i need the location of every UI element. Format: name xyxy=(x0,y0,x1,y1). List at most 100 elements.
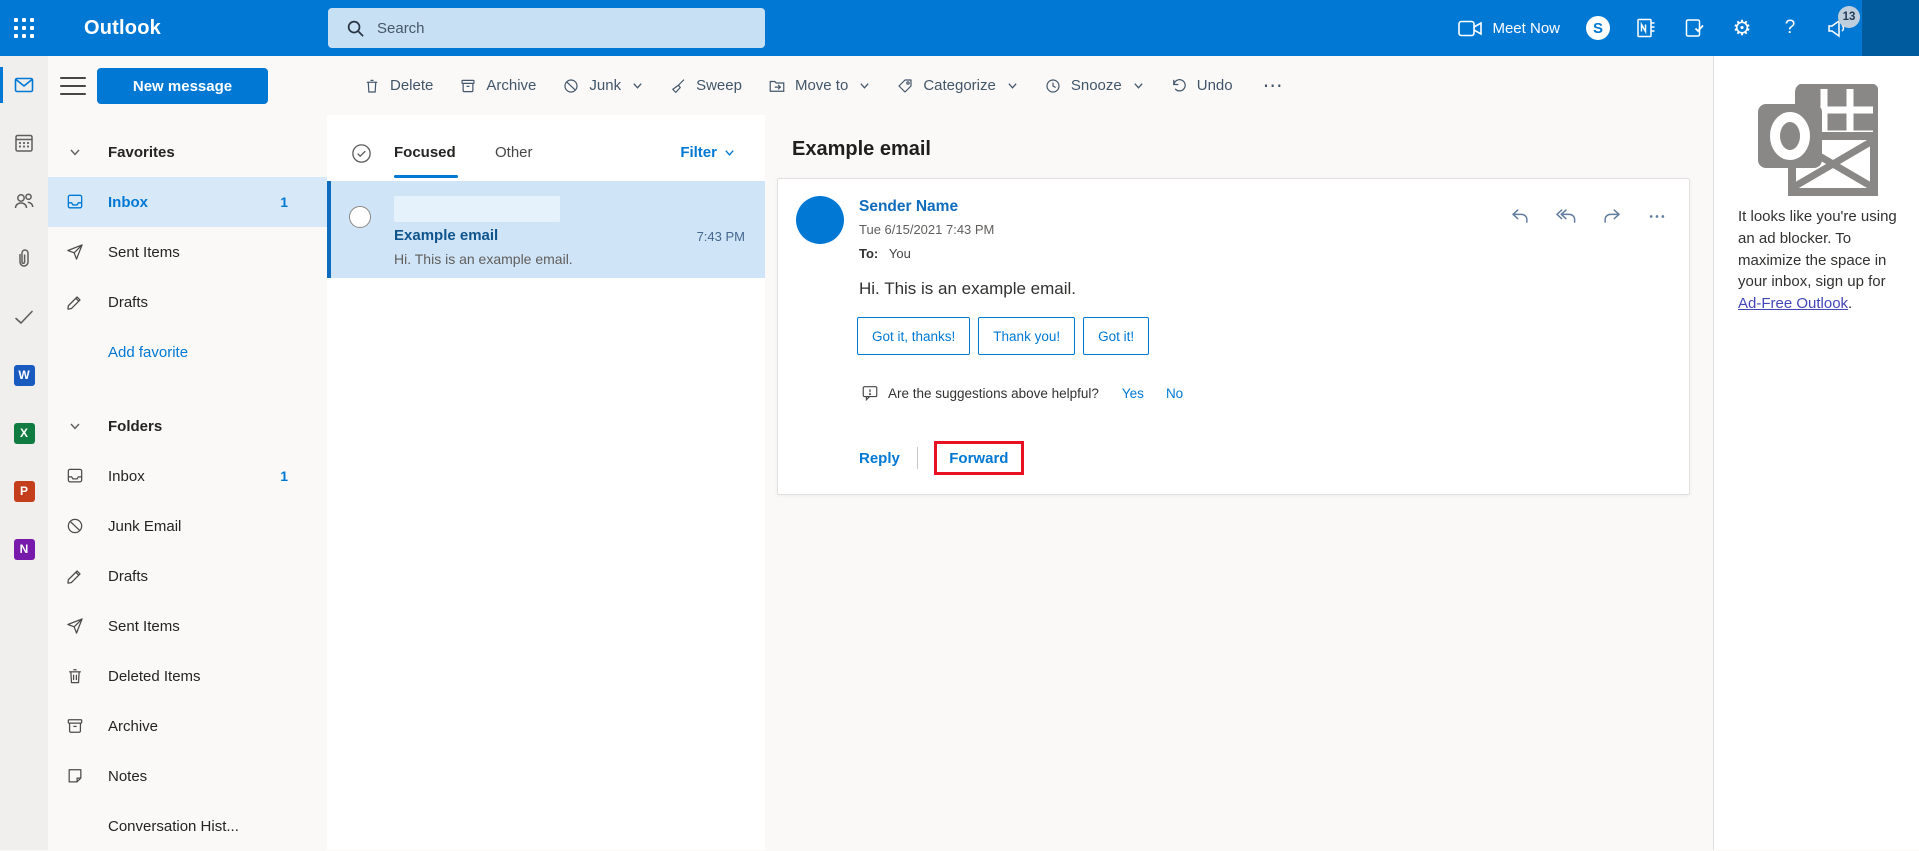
suggested-replies: Got it, thanks! Thank you! Got it! xyxy=(857,317,1149,355)
account-button[interactable] xyxy=(1862,0,1919,56)
forward-button[interactable]: Forward xyxy=(949,450,1008,467)
sidebar-item-sent[interactable]: Sent Items xyxy=(48,601,327,651)
suggested-reply-button[interactable]: Got it, thanks! xyxy=(857,317,970,355)
block-icon xyxy=(65,516,85,536)
forward-highlight-box: Forward xyxy=(934,441,1024,475)
sidebar-item-deleted[interactable]: Deleted Items xyxy=(48,651,327,701)
chevron-down-icon xyxy=(65,420,85,432)
settings-button[interactable]: ⚙ xyxy=(1718,0,1766,56)
sidebar-item-inbox-favorite[interactable]: Inbox 1 xyxy=(48,177,327,227)
add-favorite-button[interactable]: Add favorite xyxy=(48,327,327,377)
reply-button[interactable]: Reply xyxy=(859,450,900,467)
junk-button[interactable]: Junk xyxy=(552,77,653,95)
delete-button[interactable]: Delete xyxy=(353,77,443,95)
email-select-checkbox[interactable] xyxy=(349,206,371,228)
sidebar-item-conversation-history[interactable]: Conversation Hist... xyxy=(48,801,327,851)
search-box[interactable] xyxy=(328,8,765,48)
help-button[interactable]: ? xyxy=(1766,0,1814,56)
folder-label: Sent Items xyxy=(108,618,180,635)
rail-onenote-button[interactable]: N xyxy=(0,520,48,578)
rail-powerpoint-button[interactable]: P xyxy=(0,462,48,520)
sidebar-item-archive[interactable]: Archive xyxy=(48,701,327,751)
email-preview: Hi. This is an example email. xyxy=(394,251,573,267)
folder-label: Archive xyxy=(108,718,158,735)
forward-icon-button[interactable] xyxy=(1602,207,1623,226)
folder-label: Conversation Hist... xyxy=(108,818,239,835)
to-value[interactable]: You xyxy=(889,246,911,261)
archive-icon xyxy=(65,716,85,736)
suggested-reply-button[interactable]: Thank you! xyxy=(978,317,1075,355)
forward-icon xyxy=(1602,207,1623,226)
reply-forward-row: Reply Forward xyxy=(859,441,1024,475)
skype-button[interactable]: S xyxy=(1574,0,1622,56)
sweep-button[interactable]: Sweep xyxy=(659,77,752,95)
suggested-reply-button[interactable]: Got it! xyxy=(1083,317,1149,355)
calendar-icon xyxy=(12,131,36,155)
add-favorite-label: Add favorite xyxy=(108,344,188,361)
rail-calendar-button[interactable] xyxy=(0,114,48,172)
message-datetime: Tue 6/15/2021 7:43 PM xyxy=(859,222,994,237)
sender-name[interactable]: Sender Name xyxy=(859,198,958,216)
folder-label: Deleted Items xyxy=(108,668,201,685)
excel-icon: X xyxy=(14,423,35,444)
tab-focused[interactable]: Focused xyxy=(394,144,456,161)
filter-button[interactable]: Filter xyxy=(680,144,735,161)
meet-now-label: Meet Now xyxy=(1492,20,1560,37)
undo-icon xyxy=(1170,77,1188,95)
reply-icon-button[interactable] xyxy=(1509,207,1530,226)
todo-tasks-button[interactable] xyxy=(1670,0,1718,56)
send-icon xyxy=(65,242,85,262)
app-launcher-button[interactable] xyxy=(0,0,48,56)
sidebar-item-sent-favorite[interactable]: Sent Items xyxy=(48,227,327,277)
tool-label: Categorize xyxy=(923,77,996,94)
rail-attachments-button[interactable] xyxy=(0,230,48,288)
favorites-section-header[interactable]: Favorites xyxy=(48,127,327,177)
whats-new-button[interactable]: 13 xyxy=(1814,0,1862,56)
block-icon xyxy=(562,77,580,95)
note-icon xyxy=(65,766,85,786)
sidebar-item-notes[interactable]: Notes xyxy=(48,751,327,801)
more-commands-button[interactable]: ⋯ xyxy=(1249,73,1299,98)
categorize-button[interactable]: Categorize xyxy=(886,77,1028,95)
move-to-button[interactable]: Move to xyxy=(758,77,880,95)
select-all-button[interactable] xyxy=(350,142,373,165)
undo-button[interactable]: Undo xyxy=(1160,77,1243,95)
onenote-feed-button[interactable] xyxy=(1622,0,1670,56)
command-bar: Delete Archive Junk Sweep Move to Catego… xyxy=(327,56,1713,115)
chevron-down-icon xyxy=(859,80,870,91)
outlook-grayscale-logo-icon xyxy=(1756,84,1878,196)
reply-all-icon-button[interactable] xyxy=(1554,207,1578,226)
new-message-button[interactable]: New message xyxy=(97,68,268,104)
conversation-title: Example email xyxy=(792,138,931,161)
rail-todo-button[interactable] xyxy=(0,288,48,346)
rail-excel-button[interactable]: X xyxy=(0,404,48,462)
circle-check-icon xyxy=(350,142,373,165)
sidebar-item-drafts-favorite[interactable]: Drafts xyxy=(48,277,327,327)
ad-free-outlook-link[interactable]: Ad-Free Outlook xyxy=(1738,295,1848,312)
meet-now-button[interactable]: Meet Now xyxy=(1444,0,1574,56)
sender-avatar[interactable] xyxy=(796,196,844,244)
tab-other[interactable]: Other xyxy=(495,144,533,161)
tasks-icon xyxy=(1683,17,1705,39)
rail-word-button[interactable]: W xyxy=(0,346,48,404)
email-list-item[interactable]: Example email 7:43 PM Hi. This is an exa… xyxy=(327,181,765,278)
search-input[interactable] xyxy=(377,20,707,37)
more-actions-button[interactable] xyxy=(1647,207,1667,226)
sidebar-item-junk[interactable]: Junk Email xyxy=(48,501,327,551)
folder-label: Inbox xyxy=(108,468,145,485)
folders-section-header[interactable]: Folders xyxy=(48,401,327,451)
inbox-icon xyxy=(65,192,85,212)
feedback-yes-link[interactable]: Yes xyxy=(1122,386,1144,401)
rail-mail-button[interactable] xyxy=(0,56,48,114)
collapse-sidebar-button[interactable] xyxy=(60,77,86,95)
snooze-button[interactable]: Snooze xyxy=(1034,77,1154,95)
sidebar-item-inbox[interactable]: Inbox 1 xyxy=(48,451,327,501)
paperclip-icon xyxy=(12,247,36,271)
list-header: Focused Other Filter xyxy=(327,115,765,181)
sidebar-item-drafts[interactable]: Drafts xyxy=(48,551,327,601)
feedback-no-link[interactable]: No xyxy=(1166,386,1183,401)
folder-label: Junk Email xyxy=(108,518,181,535)
archive-button[interactable]: Archive xyxy=(449,77,546,95)
folder-label: Inbox xyxy=(108,194,148,211)
rail-people-button[interactable] xyxy=(0,172,48,230)
